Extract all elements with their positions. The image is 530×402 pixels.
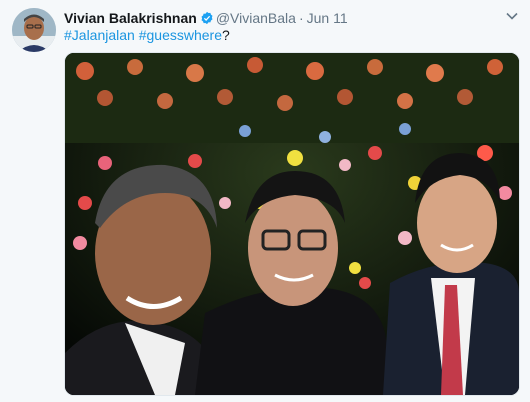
- hashtag-guesswhere[interactable]: #guesswhere: [139, 27, 222, 43]
- tweet-timestamp[interactable]: Jun 11: [307, 10, 348, 26]
- tweet-photo[interactable]: [64, 52, 520, 396]
- author-avatar[interactable]: [12, 8, 56, 52]
- verified-badge-icon: [200, 11, 214, 25]
- author-name[interactable]: Vivian Balakrishnan: [64, 10, 197, 26]
- selfie-photo-image: [65, 53, 519, 395]
- tweet-text: #Jalanjalan #guesswhere?: [64, 26, 230, 44]
- separator-dot: ·: [298, 10, 304, 26]
- tweet: Vivian Balakrishnan @VivianBala · Jun 11 #J…: [0, 0, 530, 402]
- tweet-text-suffix: ?: [222, 27, 230, 43]
- tweet-header: Vivian Balakrishnan @VivianBala · Jun 11: [64, 9, 518, 27]
- hashtag-jalanjalan[interactable]: #Jalanjalan: [64, 27, 135, 43]
- chevron-down-icon[interactable]: [504, 8, 520, 24]
- author-handle[interactable]: @VivianBala: [216, 10, 296, 26]
- flower-pots-decor: [65, 53, 519, 143]
